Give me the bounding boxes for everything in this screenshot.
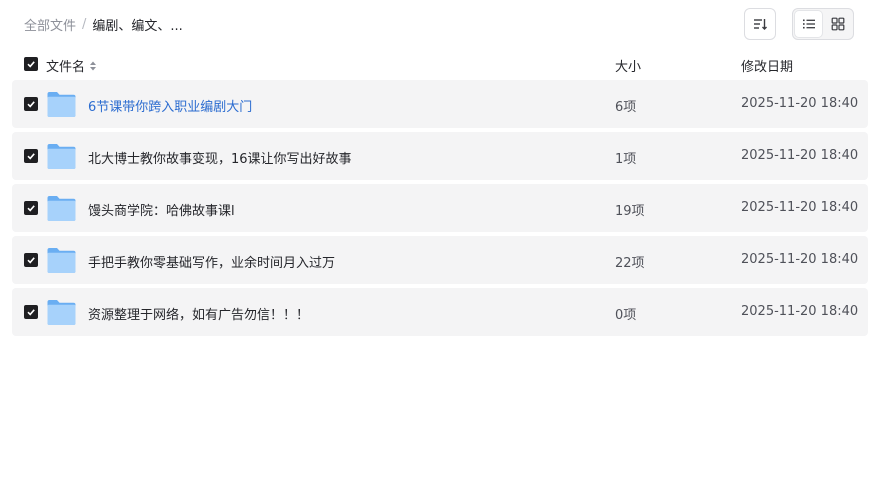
sort-icon: [754, 19, 767, 30]
check-icon: [27, 61, 35, 68]
size-column-header[interactable]: 大小: [615, 56, 641, 75]
view-toggle: [792, 8, 854, 40]
check-icon: [27, 153, 35, 160]
folder-icon: [47, 144, 76, 169]
table-header: 文件名 大小 修改日期: [12, 48, 868, 80]
row-checkbox[interactable]: [24, 253, 38, 267]
check-icon: [27, 205, 35, 212]
folder-icon: [47, 196, 76, 221]
sort-updown-icon: [90, 61, 97, 70]
breadcrumb: 全部文件 / 编剧、编文、...: [24, 15, 183, 34]
check-icon: [27, 309, 35, 316]
file-modified-date: 2025-11-20 18:40: [741, 304, 859, 319]
breadcrumb-separator: /: [82, 17, 87, 32]
breadcrumb-root-link[interactable]: 全部文件: [24, 15, 76, 34]
file-modified-date: 2025-11-20 18:40: [741, 200, 859, 215]
grid-view-button[interactable]: [824, 11, 851, 37]
modified-column-header[interactable]: 修改日期: [741, 56, 793, 75]
file-name[interactable]: 馒头商学院：哈佛故事课l: [88, 200, 235, 219]
sort-button[interactable]: [744, 8, 776, 40]
breadcrumb-current: 编剧、编文、...: [92, 19, 183, 34]
row-checkbox[interactable]: [24, 97, 38, 111]
row-checkbox[interactable]: [24, 149, 38, 163]
row-checkbox[interactable]: [24, 201, 38, 215]
list-view-button[interactable]: [795, 11, 822, 37]
table-row[interactable]: 手把手教你零基础写作，业余时间月入过万 22项 2025-11-20 18:40: [12, 236, 868, 284]
file-name-link[interactable]: 6节课带你跨入职业编剧大门: [88, 96, 252, 115]
file-modified-date: 2025-11-20 18:40: [741, 252, 859, 267]
name-column-label: 文件名: [46, 60, 86, 75]
select-all-checkbox[interactable]: [24, 57, 38, 71]
folder-icon: [47, 92, 76, 117]
file-name[interactable]: 资源整理于网络，如有广告勿信！！！: [88, 304, 309, 323]
file-size: 22项: [615, 256, 645, 271]
file-size: 0项: [615, 308, 637, 323]
table-row[interactable]: 资源整理于网络，如有广告勿信！！！ 0项 2025-11-20 18:40: [12, 288, 868, 336]
file-modified-date: 2025-11-20 18:40: [741, 96, 859, 111]
folder-icon: [47, 300, 76, 325]
file-size: 19项: [615, 204, 645, 219]
file-name[interactable]: 手把手教你零基础写作，业余时间月入过万: [88, 252, 335, 271]
file-list: 6节课带你跨入职业编剧大门 6项 2025-11-20 18:40 北大博士教你…: [12, 80, 868, 340]
folder-icon: [47, 248, 76, 273]
row-checkbox[interactable]: [24, 305, 38, 319]
check-icon: [27, 257, 35, 264]
file-name[interactable]: 北大博士教你故事变现，16课让你写出好故事: [88, 148, 352, 167]
top-bar: 全部文件 / 编剧、编文、...: [0, 0, 878, 48]
name-column-header[interactable]: 文件名: [46, 56, 98, 75]
list-view-icon: [802, 19, 815, 29]
file-modified-date: 2025-11-20 18:40: [741, 148, 859, 163]
grid-view-icon: [831, 17, 844, 31]
check-icon: [27, 101, 35, 108]
table-row[interactable]: 6节课带你跨入职业编剧大门 6项 2025-11-20 18:40: [12, 80, 868, 128]
table-row[interactable]: 北大博士教你故事变现，16课让你写出好故事 1项 2025-11-20 18:4…: [12, 132, 868, 180]
file-size: 1项: [615, 152, 637, 167]
file-size: 6项: [615, 100, 637, 115]
table-row[interactable]: 馒头商学院：哈佛故事课l 19项 2025-11-20 18:40: [12, 184, 868, 232]
